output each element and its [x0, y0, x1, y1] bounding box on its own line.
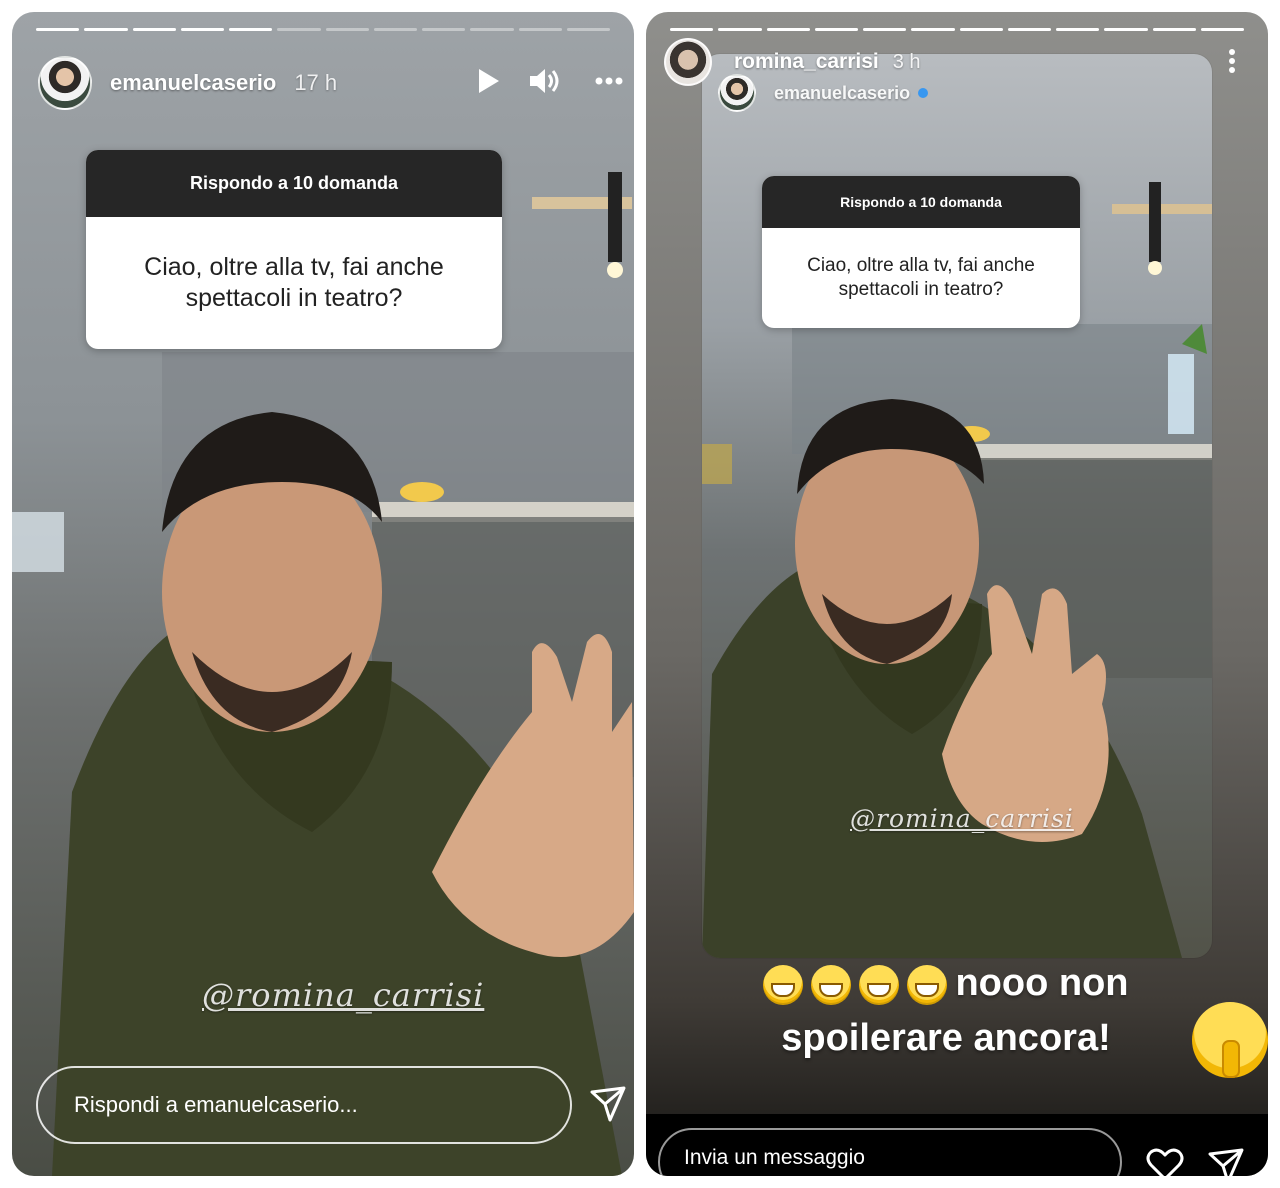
progress-segment — [132, 28, 176, 31]
question-sticker-header: Rispondo a 10 domanda — [86, 150, 502, 217]
grin-emoji — [859, 964, 900, 1005]
progress-segment — [863, 28, 907, 31]
avatar[interactable] — [664, 38, 712, 86]
reshared-story-card[interactable]: Rispondo a 10 domanda Ciao, oltre alla t… — [702, 54, 1212, 958]
progress-segment — [36, 28, 80, 31]
mention-tag[interactable]: @romina_carrisi — [850, 804, 1074, 833]
progress-segment — [766, 28, 810, 31]
grin-emoji — [811, 964, 852, 1005]
progress-segment — [229, 28, 273, 31]
caption-line-1-text: nooo non — [955, 962, 1129, 1004]
question-sticker: Rispondo a 10 domanda Ciao, oltre alla t… — [762, 176, 1080, 328]
verified-icon — [918, 88, 929, 98]
grin-emoji-group — [763, 962, 955, 1005]
progress-segment — [670, 28, 714, 31]
grin-emoji — [763, 964, 804, 1005]
story-panel-left[interactable]: emanuelcaserio 17 h Rispondo a 10 domand… — [12, 12, 634, 1176]
send-icon[interactable] — [1206, 1146, 1246, 1176]
post-time: 3 h — [892, 50, 921, 73]
progress-segment — [814, 28, 858, 31]
play-icon[interactable] — [474, 67, 502, 95]
more-vertical-icon[interactable] — [1228, 48, 1236, 74]
question-sticker: Rispondo a 10 domanda Ciao, oltre alla t… — [86, 150, 502, 349]
progress-segment — [1056, 28, 1100, 31]
mention-tag[interactable]: @romina_carrisi — [202, 976, 484, 1014]
caption-line-2: spoilerare ancora! — [781, 1017, 1111, 1059]
progress-segment — [180, 28, 224, 31]
grin-emoji — [907, 964, 948, 1005]
story-progress-bar — [670, 28, 1244, 31]
username[interactable]: emanuelcaserio — [110, 70, 276, 96]
story-caption: nooo non spoilerare ancora! — [666, 962, 1226, 1060]
progress-segment — [518, 28, 562, 31]
progress-segment — [1152, 28, 1196, 31]
progress-segment — [325, 28, 369, 31]
progress-segment — [373, 28, 417, 31]
progress-segment — [422, 28, 466, 31]
progress-segment — [959, 28, 1003, 31]
reply-input[interactable]: Rispondi a emanuelcaserio... — [36, 1066, 572, 1144]
question-sticker-header: Rispondo a 10 domanda — [762, 176, 1080, 228]
post-time: 17 h — [294, 70, 338, 95]
progress-segment — [566, 28, 610, 31]
progress-segment — [277, 28, 321, 31]
shushing-face-sticker — [1192, 1002, 1268, 1078]
heart-icon[interactable] — [1146, 1148, 1184, 1176]
progress-segment — [1104, 28, 1148, 31]
progress-segment — [911, 28, 955, 31]
send-icon[interactable] — [588, 1084, 628, 1124]
username[interactable]: romina_carrisi — [734, 50, 879, 74]
progress-segment — [84, 28, 128, 31]
avatar[interactable] — [38, 56, 92, 110]
story-panel-right[interactable]: Rispondo a 10 domanda Ciao, oltre alla t… — [646, 12, 1268, 1176]
reshared-avatar[interactable] — [718, 74, 756, 112]
more-icon[interactable] — [594, 76, 624, 86]
message-input[interactable]: Invia un messaggio — [658, 1128, 1122, 1176]
reshared-username[interactable]: emanuelcaserio — [774, 83, 910, 104]
question-sticker-text: Ciao, oltre alla tv, fai anche spettacol… — [144, 252, 444, 312]
story-progress-bar — [36, 28, 610, 31]
caption-line-1: nooo non — [666, 962, 1226, 1005]
question-sticker-text: Ciao, oltre alla tv, fai anche spettacol… — [807, 255, 1035, 300]
reshared-from: emanuelcaserio — [718, 74, 929, 112]
volume-icon[interactable] — [528, 67, 562, 95]
progress-segment — [470, 28, 514, 31]
story-header: emanuelcaserio 17 h — [38, 56, 337, 110]
progress-segment — [1007, 28, 1051, 31]
progress-segment — [1200, 28, 1244, 31]
progress-segment — [718, 28, 762, 31]
